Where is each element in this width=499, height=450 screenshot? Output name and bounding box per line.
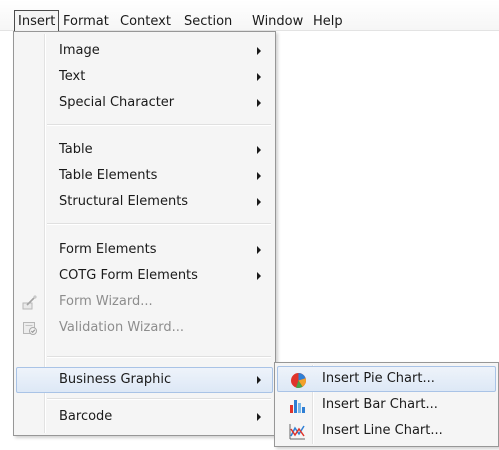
menu-bar: Insert Format Context Section Window Hel…	[0, 0, 499, 32]
chevron-right-icon	[257, 198, 261, 206]
chevron-right-icon	[257, 413, 261, 421]
menu-item-label: Barcode	[59, 409, 113, 424]
chevron-right-icon	[257, 47, 261, 55]
menu-item-structural-elements[interactable]: Structural Elements	[16, 189, 273, 215]
chevron-right-icon	[257, 246, 261, 254]
menu-context[interactable]: Context	[120, 12, 171, 31]
menu-item-label: COTG Form Elements	[59, 268, 198, 283]
wand-icon	[22, 294, 38, 310]
insert-menu-dropdown: Image Text Special Character Table Table…	[13, 31, 276, 436]
menu-item-label: Table	[59, 142, 93, 157]
pie-chart-icon	[290, 372, 307, 389]
chevron-right-icon	[257, 146, 261, 154]
menu-item-label: Image	[59, 43, 100, 58]
menu-separator	[47, 398, 271, 400]
menu-item-insert-line-chart[interactable]: Insert Line Chart...	[277, 418, 496, 444]
menu-item-table[interactable]: Table	[16, 137, 273, 163]
menu-item-label: Insert Pie Chart...	[322, 371, 435, 386]
menu-item-label: Form Wizard...	[59, 294, 153, 309]
menu-item-insert-bar-chart[interactable]: Insert Bar Chart...	[277, 392, 496, 418]
menu-item-label: Table Elements	[59, 168, 158, 183]
validation-check-icon	[22, 320, 38, 336]
menu-item-label: Form Elements	[59, 242, 157, 257]
menu-item-cotg-form-elements[interactable]: COTG Form Elements	[16, 263, 273, 289]
menu-separator	[47, 124, 271, 126]
menu-window[interactable]: Window	[252, 12, 303, 31]
menu-item-table-elements[interactable]: Table Elements	[16, 163, 273, 189]
application-window: Insert Format Context Section Window Hel…	[0, 0, 499, 450]
menu-insert[interactable]: Insert	[14, 10, 60, 32]
chevron-right-icon	[257, 99, 261, 107]
menu-help[interactable]: Help	[313, 12, 343, 31]
menu-item-label: Structural Elements	[59, 194, 189, 209]
menu-item-barcode[interactable]: Barcode	[16, 404, 273, 430]
menu-item-form-elements[interactable]: Form Elements	[16, 237, 273, 263]
menu-separator	[47, 223, 271, 225]
line-chart-icon	[289, 423, 306, 440]
menu-format[interactable]: Format	[63, 12, 109, 31]
chevron-right-icon	[257, 272, 261, 280]
menu-separator	[47, 356, 271, 358]
menu-item-label: Insert Bar Chart...	[322, 397, 438, 412]
menu-item-label: Insert Line Chart...	[322, 423, 443, 438]
menu-item-label: Validation Wizard...	[59, 320, 185, 335]
menu-item-special-character[interactable]: Special Character	[16, 90, 273, 116]
menu-item-label: Business Graphic	[59, 372, 172, 387]
bar-chart-icon	[289, 397, 306, 414]
chevron-right-icon	[257, 73, 261, 81]
menu-item-insert-pie-chart[interactable]: Insert Pie Chart...	[277, 366, 496, 392]
chevron-right-icon	[257, 172, 261, 180]
menu-item-business-graphic[interactable]: Business Graphic	[16, 367, 273, 393]
menu-item-form-wizard[interactable]: Form Wizard...	[16, 289, 273, 315]
menu-item-label: Text	[59, 69, 86, 84]
menu-item-validation-wizard[interactable]: Validation Wizard...	[16, 315, 273, 341]
menu-item-image[interactable]: Image	[16, 38, 273, 64]
menu-section[interactable]: Section	[184, 12, 232, 31]
menu-item-label: Special Character	[59, 95, 175, 110]
menu-item-text[interactable]: Text	[16, 64, 273, 90]
business-graphic-submenu: Insert Pie Chart... Insert Bar Chart...	[274, 362, 499, 447]
chevron-right-icon	[257, 376, 261, 384]
